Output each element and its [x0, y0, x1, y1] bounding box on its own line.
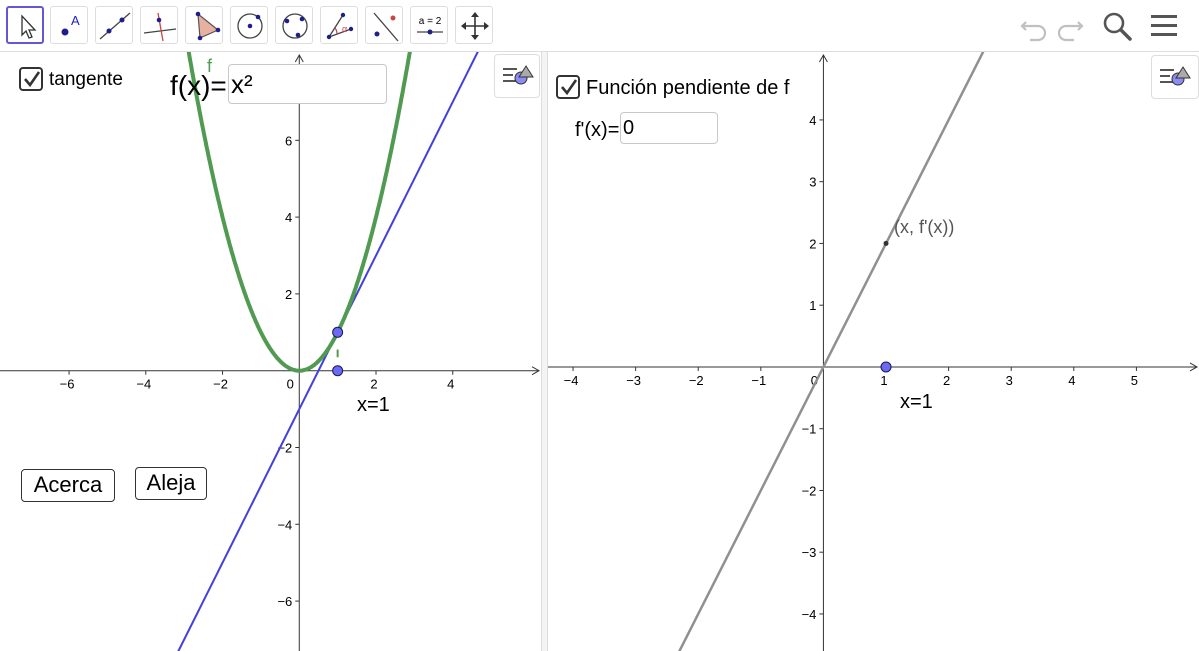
x-tick-label: −3	[626, 373, 641, 388]
left-axes	[0, 53, 541, 651]
x-tick-label: 1	[880, 373, 887, 388]
checkmark-icon	[561, 79, 578, 96]
y-tick-label: −1	[802, 422, 817, 437]
search-button[interactable]	[1099, 8, 1135, 44]
left-style-bar-toggle[interactable]	[494, 54, 540, 98]
derivative-input[interactable]: 0	[620, 112, 718, 144]
reflect-icon	[373, 12, 399, 42]
x-tick-label: 2	[943, 373, 950, 388]
y-tick-label: 3	[809, 175, 816, 190]
move-tool-button[interactable]	[6, 6, 44, 44]
undo-button[interactable]	[1016, 8, 1052, 44]
search-icon	[1103, 12, 1132, 41]
y-tick-label: 2	[809, 236, 816, 251]
circle-center-icon	[237, 13, 263, 39]
slope-function-checkbox-label: Función pendiente de f	[586, 77, 790, 99]
circle-three-points-tool-button[interactable]	[275, 6, 313, 44]
line-icon	[99, 12, 131, 40]
toolbar: A α a = 2	[0, 0, 1199, 52]
y-tick-label: 6	[285, 133, 292, 148]
x-tick-label: 0	[287, 377, 294, 392]
function-input[interactable]: x²	[228, 64, 387, 104]
checkmark-icon	[24, 71, 41, 88]
angle-tool-button[interactable]: α	[320, 6, 358, 44]
circle-three-points-icon	[282, 13, 308, 39]
move-arrows-icon	[461, 12, 489, 40]
x-tick-label: −2	[689, 373, 704, 388]
point-on-x-axis[interactable]	[332, 365, 344, 377]
y-tick-label: 4	[285, 210, 292, 225]
curve-label-f: f	[207, 56, 213, 76]
y-tick-label: −2	[802, 483, 817, 498]
slope-point-label: (x, f'(x))	[894, 217, 955, 237]
y-tick-label: 2	[285, 287, 292, 302]
y-tick-label: −4	[277, 517, 292, 532]
move-graphics-view-tool-button[interactable]	[455, 6, 493, 44]
slider-tool-label: a = 2	[419, 16, 442, 27]
slider-tool-button[interactable]: a = 2	[410, 6, 448, 44]
y-tick-label: 1	[809, 298, 816, 313]
point-tool-label: A	[71, 13, 80, 28]
function-input-label: f(x)=	[170, 70, 227, 101]
point-on-x-axis-right[interactable]	[880, 361, 892, 373]
x-tick-label: −2	[213, 377, 228, 392]
slider-icon: a = 2	[417, 16, 443, 35]
x-tick-label: 5	[1131, 373, 1138, 388]
redo-icon	[1057, 21, 1084, 42]
reflect-tool-button[interactable]	[365, 6, 403, 44]
point-tool-button[interactable]: A	[50, 6, 88, 44]
x-tick-label: −4	[136, 377, 151, 392]
x-tick-label: 4	[447, 377, 454, 392]
y-tick-label: −4	[802, 607, 817, 622]
y-tick-label: −6	[277, 594, 292, 609]
polygon-tool-button[interactable]	[185, 6, 223, 44]
slope-function-checkbox[interactable]	[556, 75, 580, 99]
x-tick-label: 3	[1006, 373, 1013, 388]
y-tick-label: −3	[802, 545, 817, 560]
main-menu-button[interactable]	[1146, 8, 1182, 44]
y-tick-label: 4	[809, 113, 816, 128]
graphics-view-1[interactable]: −6 −4 −2 0 2 4 6 4 2 −2 −4 −6 tangente f(x)= x² f …	[0, 52, 541, 651]
slope-function-line[interactable]	[676, 52, 986, 651]
perpendicular-line-icon	[143, 12, 177, 42]
right-style-bar-toggle[interactable]	[1151, 55, 1199, 99]
polygon-icon	[195, 11, 221, 41]
redo-button[interactable]	[1052, 8, 1088, 44]
graphics-view-2[interactable]: −4 −3 −2 −1 0 1 2 3 4 5 4 3 2 1 −1 −2 −3 −4 Función pend…	[548, 52, 1199, 651]
right-x-tick-labels: −4 −3 −2 −1 0 1 2 3 4 5	[564, 366, 1138, 388]
x-tick-label: −4	[564, 373, 579, 388]
x-tick-label: 4	[1068, 373, 1075, 388]
right-point-x-label: x=1	[900, 391, 933, 413]
right-axes	[548, 53, 1199, 651]
undo-icon	[1020, 21, 1047, 42]
x-tick-label: −1	[751, 373, 766, 388]
cursor-arrow-icon	[21, 14, 37, 39]
line-tool-button[interactable]	[95, 6, 133, 44]
derivative-input-label: f'(x)=	[575, 119, 620, 141]
point-icon: A	[61, 13, 80, 36]
hamburger-menu-icon	[1151, 15, 1177, 36]
zoom-in-button[interactable]: Acerca	[21, 469, 115, 502]
tangente-checkbox[interactable]	[19, 67, 43, 91]
slope-point[interactable]	[883, 240, 889, 246]
point-on-curve[interactable]	[332, 326, 344, 338]
circle-center-tool-button[interactable]	[230, 6, 268, 44]
style-bar-icon	[1160, 66, 1191, 86]
x-tick-label: 2	[370, 377, 377, 392]
left-plot[interactable]: −6 −4 −2 0 2 4 6 4 2 −2 −4 −6	[0, 52, 541, 651]
left-x-tick-labels: −6 −4 −2 0 2 4	[60, 370, 454, 392]
angle-tool-label: α	[342, 24, 347, 34]
angle-icon: α	[326, 12, 354, 40]
perpendicular-line-tool-button[interactable]	[140, 6, 178, 44]
tangente-checkbox-label: tangente	[49, 69, 123, 90]
view-divider[interactable]	[541, 52, 548, 651]
x-tick-label: −6	[60, 377, 75, 392]
zoom-out-button[interactable]: Aleja	[135, 467, 207, 500]
point-x-label: x=1	[357, 394, 390, 416]
style-bar-icon	[503, 65, 534, 85]
